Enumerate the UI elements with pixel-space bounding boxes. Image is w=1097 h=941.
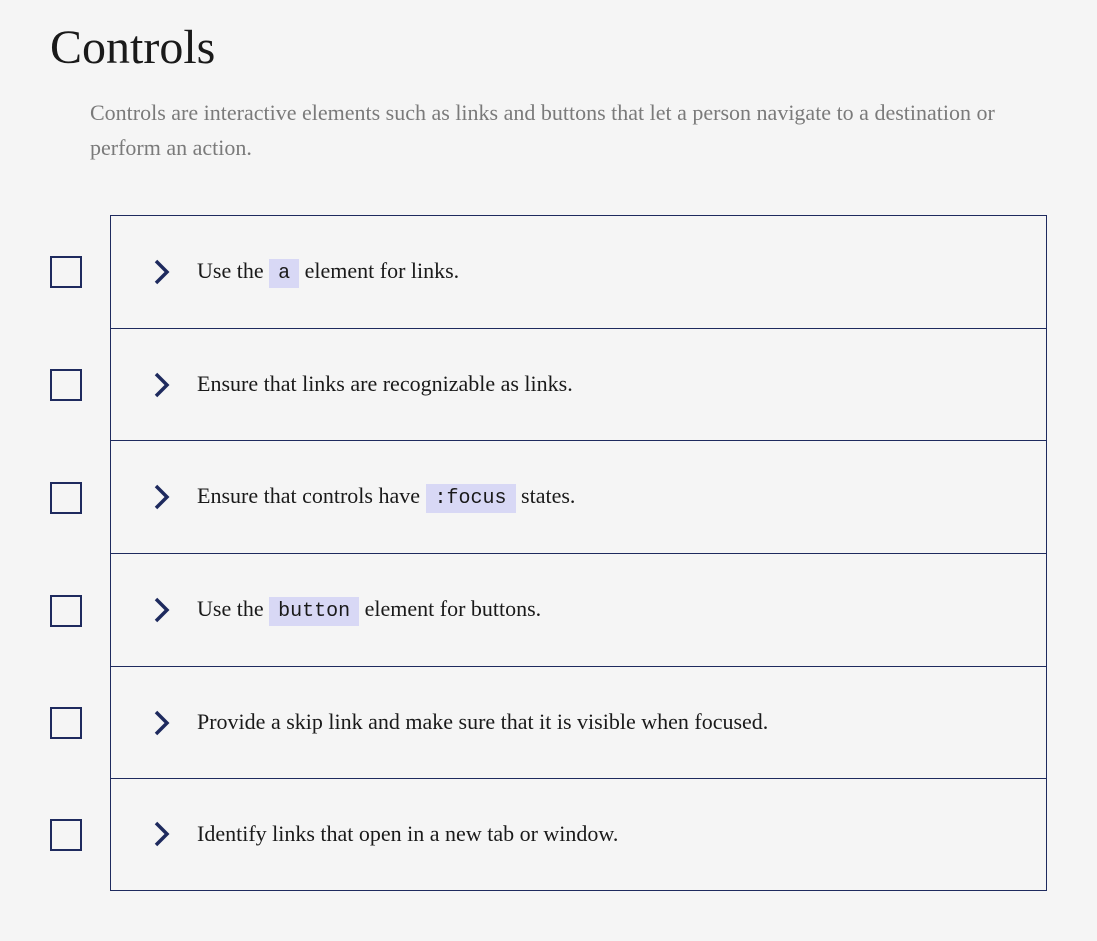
- chevron-right-icon: [153, 709, 171, 737]
- checklist-item[interactable]: Use the a element for links.: [110, 215, 1047, 329]
- checklist-row: Use the button element for buttons.: [50, 554, 1047, 667]
- checklist-row: Use the a element for links.: [50, 215, 1047, 329]
- code-token: button: [269, 597, 359, 626]
- checklist-row: Ensure that controls have :focus states.: [50, 441, 1047, 554]
- section-description: Controls are interactive elements such a…: [90, 95, 1010, 165]
- checklist-item[interactable]: Identify links that open in a new tab or…: [110, 779, 1047, 891]
- checklist-item[interactable]: Ensure that controls have :focus states.: [110, 441, 1047, 554]
- checklist-row: Ensure that links are recognizable as li…: [50, 329, 1047, 441]
- checkbox[interactable]: [50, 482, 82, 514]
- chevron-right-icon: [153, 596, 171, 624]
- chevron-right-icon: [153, 483, 171, 511]
- checklist-row: Provide a skip link and make sure that i…: [50, 667, 1047, 779]
- checkbox[interactable]: [50, 595, 82, 627]
- checklist-item[interactable]: Ensure that links are recognizable as li…: [110, 329, 1047, 441]
- checklist-item-text: Provide a skip link and make sure that i…: [197, 707, 768, 738]
- checkbox[interactable]: [50, 707, 82, 739]
- checklist: Use the a element for links. Ensure that …: [50, 215, 1047, 890]
- checkbox[interactable]: [50, 256, 82, 288]
- code-token: :focus: [426, 484, 516, 513]
- checklist-item-text: Use the button element for buttons.: [197, 594, 541, 626]
- code-token: a: [269, 259, 299, 288]
- checklist-item[interactable]: Provide a skip link and make sure that i…: [110, 667, 1047, 779]
- checklist-item[interactable]: Use the button element for buttons.: [110, 554, 1047, 667]
- checklist-item-text: Use the a element for links.: [197, 256, 459, 288]
- checklist-row: Identify links that open in a new tab or…: [50, 779, 1047, 891]
- section-heading: Controls: [50, 20, 1047, 75]
- checkbox[interactable]: [50, 819, 82, 851]
- checklist-item-text: Ensure that links are recognizable as li…: [197, 369, 573, 400]
- checklist-item-text: Ensure that controls have :focus states.: [197, 481, 575, 513]
- chevron-right-icon: [153, 258, 171, 286]
- chevron-right-icon: [153, 820, 171, 848]
- checklist-item-text: Identify links that open in a new tab or…: [197, 819, 618, 850]
- chevron-right-icon: [153, 371, 171, 399]
- checkbox[interactable]: [50, 369, 82, 401]
